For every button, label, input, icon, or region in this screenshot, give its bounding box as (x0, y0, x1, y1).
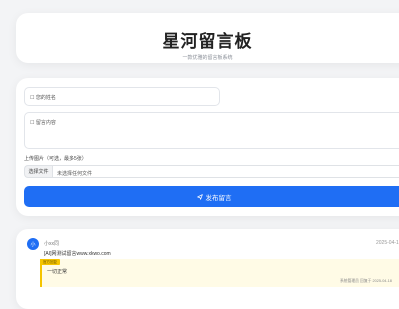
page-title: 星河留言板 (162, 32, 253, 51)
page-subtitle: 一款优雅的留言板系统 (182, 55, 233, 61)
submit-label: 发布留言 (205, 194, 232, 202)
file-status-text: 未选择任何文件 (52, 165, 399, 178)
name-input[interactable]: ☐ 您的姓名 (24, 87, 220, 106)
submit-button[interactable]: 发布留言 (24, 186, 399, 207)
content-textarea[interactable]: ☐ 留言内容 (24, 112, 399, 149)
choose-file-button[interactable]: 选择文件 (24, 165, 52, 178)
reply-text: 一切正常 (47, 269, 68, 275)
reply-meta: 系统管理员 回复于 2025-04-18 (340, 279, 392, 283)
header-card: 星河留言板 一款优雅的留言板系统 (16, 13, 399, 63)
message-author: 小xx同 (44, 241, 60, 247)
message-text: [AI]网测试留言www.xkwo.com (44, 251, 111, 257)
reply-badge: 官方回复 (40, 259, 60, 265)
avatar: 小 (27, 238, 39, 250)
send-icon (196, 193, 203, 200)
message-date: 2025-04-1 (376, 240, 399, 246)
upload-label: 上传图片（可选，最多5张） (24, 156, 87, 162)
